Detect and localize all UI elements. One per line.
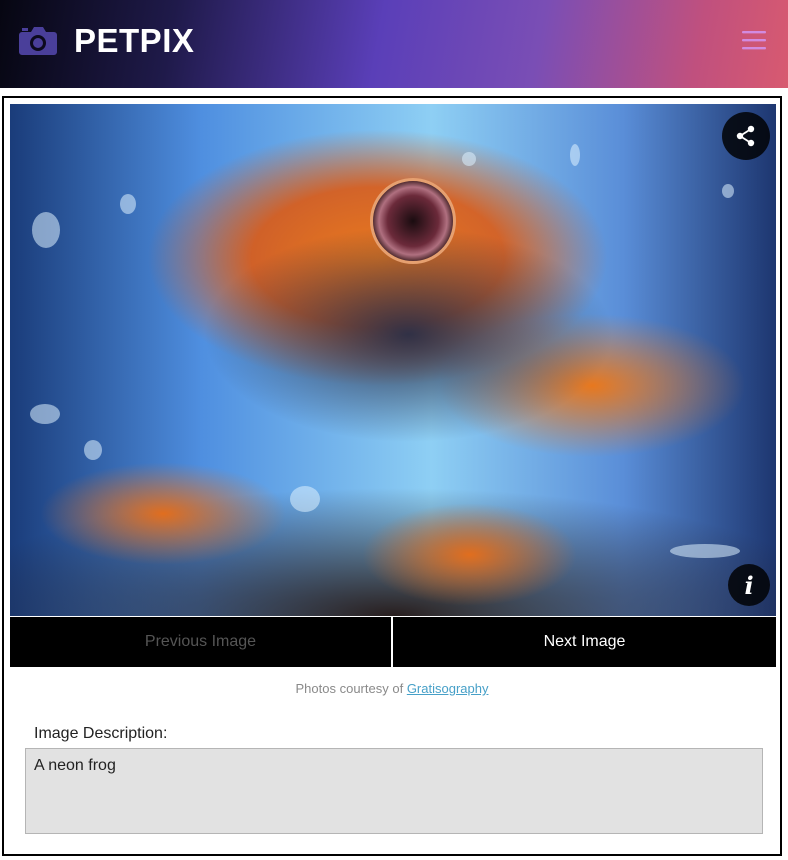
frog-eye: [370, 178, 456, 264]
previous-image-button[interactable]: Previous Image: [10, 617, 391, 667]
water-droplet: [30, 404, 60, 424]
gallery-card: i Previous Image Next Image Photos court…: [2, 96, 782, 856]
frog-photo: i: [10, 104, 776, 616]
info-icon: i: [744, 570, 754, 600]
photo-credit: Photos courtesy of Gratisography: [4, 681, 780, 696]
next-image-button[interactable]: Next Image: [393, 617, 776, 667]
share-button[interactable]: [722, 112, 770, 160]
water-droplet: [462, 152, 476, 166]
camera-icon: [19, 27, 57, 55]
credit-prefix: Photos courtesy of: [295, 681, 404, 696]
water-droplet: [84, 440, 102, 460]
water-droplet: [670, 544, 740, 558]
info-button[interactable]: i: [728, 564, 770, 606]
water-droplet: [32, 212, 60, 248]
water-droplet: [722, 184, 734, 198]
gratisography-link[interactable]: Gratisography: [407, 681, 489, 696]
hamburger-menu-button[interactable]: [740, 28, 770, 54]
water-droplet: [120, 194, 136, 214]
description-label: Image Description:: [34, 725, 168, 742]
water-droplet: [570, 144, 580, 166]
share-icon: [736, 125, 755, 147]
description-field[interactable]: A neon frog: [25, 748, 763, 834]
app-header: PETPIX: [0, 0, 788, 88]
hamburger-menu-icon: [742, 31, 766, 50]
water-droplet: [290, 486, 320, 512]
brand-title: PETPIX: [74, 22, 195, 59]
